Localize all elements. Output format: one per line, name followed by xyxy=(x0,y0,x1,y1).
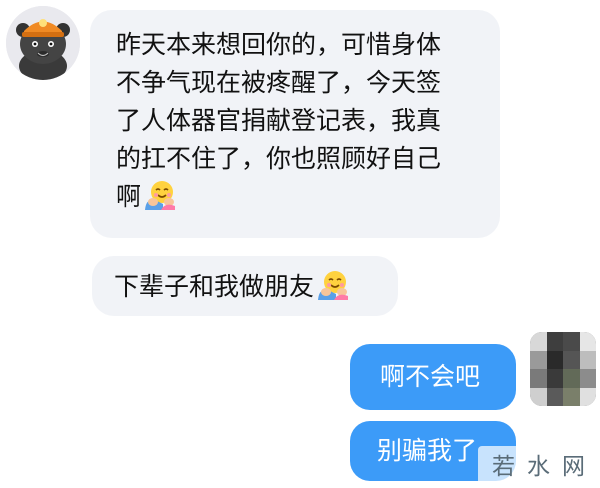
outgoing-message-bubble[interactable]: 啊不会吧 xyxy=(350,344,516,410)
hug-emoji-icon xyxy=(143,180,177,221)
contact-avatar[interactable] xyxy=(6,6,80,80)
message-text: 下辈子和我做朋友 xyxy=(114,272,315,301)
message-text-line: 了人体器官捐献登记表，我真 xyxy=(116,106,442,135)
message-text-last-line: 啊 xyxy=(116,178,500,221)
message-text-line: 不争气现在被疼醒了，今天签 xyxy=(116,68,442,97)
message-text-line: 的扛不住了，你也照顾好自己 xyxy=(116,144,442,173)
message-text-line: 啊 xyxy=(116,182,142,211)
message-text: 别骗我了 xyxy=(377,436,478,465)
incoming-message-bubble[interactable]: 昨天本来想回你的，可惜身体 不争气现在被疼醒了，今天签 了人体器官捐献登记表，我… xyxy=(90,10,500,238)
hug-emoji-icon xyxy=(316,270,350,311)
message-text-line: 昨天本来想回你的，可惜身体 xyxy=(116,30,442,59)
message-text-last-line: 下辈子和我做朋友 xyxy=(114,268,398,311)
watermark: 若水网 xyxy=(478,446,600,488)
pixelated-avatar-icon xyxy=(530,332,596,406)
cartoon-character-icon xyxy=(6,6,80,80)
incoming-message-bubble[interactable]: 下辈子和我做朋友 xyxy=(92,256,398,316)
message-text: 啊不会吧 xyxy=(380,362,481,391)
user-avatar[interactable] xyxy=(530,332,596,406)
